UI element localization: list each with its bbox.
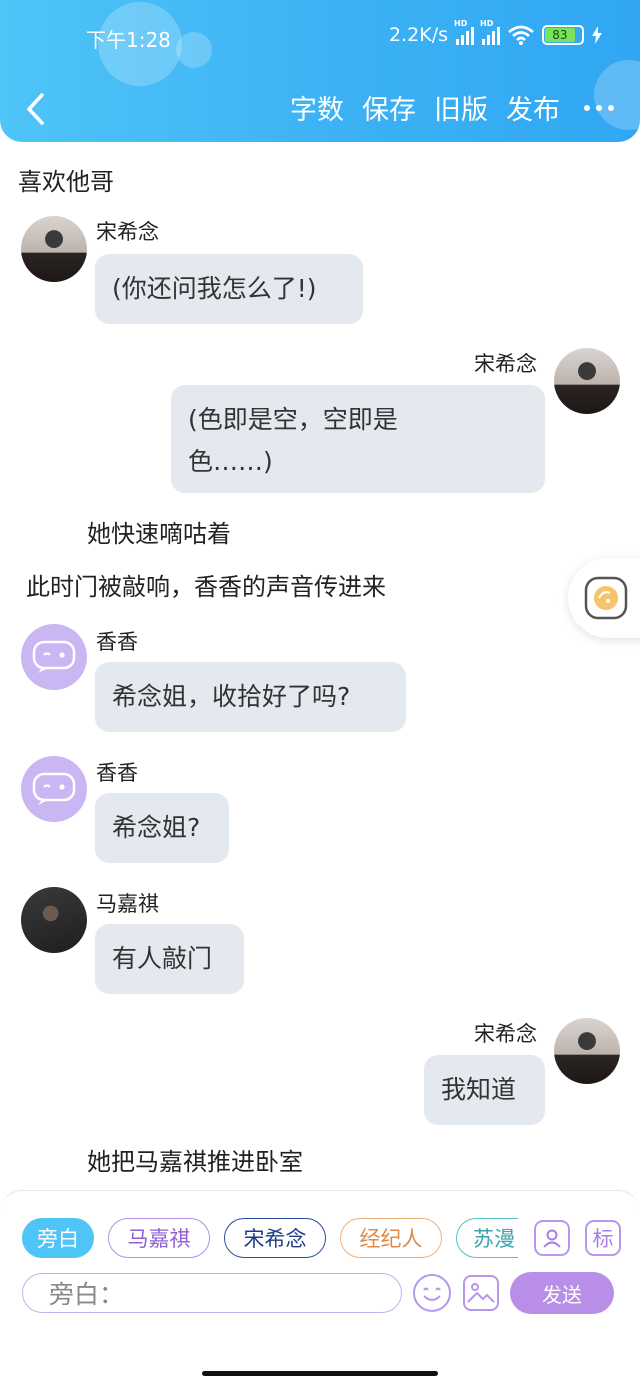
- emoji-icon[interactable]: [413, 1274, 451, 1312]
- message-bubble[interactable]: 我知道: [424, 1055, 545, 1125]
- message-bubble[interactable]: 希念姐?: [95, 793, 229, 863]
- home-indicator[interactable]: [202, 1371, 438, 1376]
- sender-name: 宋希念: [474, 352, 537, 376]
- chat-face-icon: [32, 772, 76, 805]
- avatar[interactable]: [21, 887, 87, 953]
- role-chips: 旁白 马嘉祺 宋希念 经纪人 苏漫: [22, 1218, 518, 1258]
- role-icon[interactable]: [534, 1220, 570, 1256]
- message-bubble[interactable]: 有人敲门: [95, 924, 244, 994]
- more-icon[interactable]: [584, 104, 614, 111]
- message-bubble[interactable]: (你还问我怎么了!): [95, 254, 363, 324]
- battery-level: 83: [545, 28, 575, 42]
- sender-name: 马嘉祺: [96, 892, 159, 916]
- chip-role[interactable]: 宋希念: [224, 1218, 326, 1258]
- chat-face-icon: [32, 640, 76, 673]
- image-icon[interactable]: [463, 1275, 499, 1311]
- chip-role[interactable]: 马嘉祺: [108, 1218, 210, 1258]
- chat-area[interactable]: 喜欢他哥 宋希念 (你还问我怎么了!) 宋希念 (色即是空，空即是 色……) 她…: [0, 142, 640, 1190]
- chip-role[interactable]: 经纪人: [340, 1218, 442, 1258]
- picture-icon: [467, 1283, 495, 1303]
- narration-line: 此时门被敲响，香香的声音传进来: [26, 573, 386, 601]
- save-button[interactable]: 保存: [362, 88, 416, 127]
- decor-bubble: [176, 32, 212, 68]
- sender-name: 宋希念: [474, 1022, 537, 1046]
- status-bar-right: 2.2K/s HD HD 83: [389, 19, 602, 46]
- status-time: 下午1:28: [86, 28, 171, 52]
- back-icon[interactable]: [22, 92, 50, 126]
- signal-icon: HD: [480, 19, 500, 45]
- narration-line: 她快速嘀咕着: [87, 520, 231, 548]
- chip-role[interactable]: 苏漫: [456, 1218, 518, 1258]
- narration-line: 喜欢他哥: [18, 168, 114, 196]
- message-text: (色即是空，空即是: [188, 405, 398, 434]
- avatar[interactable]: [21, 216, 87, 282]
- person-icon: [543, 1229, 561, 1248]
- send-button[interactable]: 发送: [510, 1272, 614, 1314]
- avatar[interactable]: [21, 756, 87, 822]
- stamp-icon: [584, 576, 628, 620]
- sender-name: 香香: [96, 630, 138, 654]
- avatar[interactable]: [554, 1018, 620, 1084]
- toolbar: 字数 保存 旧版 发布: [290, 88, 614, 127]
- sender-name: 宋希念: [96, 220, 159, 244]
- sender-name: 香香: [96, 761, 138, 785]
- charging-icon: [592, 26, 602, 44]
- message-input[interactable]: 旁白：: [22, 1273, 402, 1313]
- top-header: 下午1:28 2.2K/s HD HD 83 字数 保存 旧版 发布: [0, 0, 640, 142]
- publish-button[interactable]: 发布: [506, 88, 560, 127]
- narration-line: 她把马嘉祺推进卧室: [87, 1148, 303, 1176]
- smile-icon: [423, 1287, 441, 1301]
- avatar[interactable]: [21, 624, 87, 690]
- chip-narrator[interactable]: 旁白: [22, 1218, 94, 1258]
- message-bubble[interactable]: (色即是空，空即是 色……): [171, 385, 545, 493]
- old-version-button[interactable]: 旧版: [434, 88, 488, 127]
- floating-stamp-button[interactable]: [568, 558, 640, 638]
- message-bubble[interactable]: 希念姐，收拾好了吗?: [95, 662, 406, 732]
- avatar[interactable]: [554, 348, 620, 414]
- network-speed: 2.2K/s: [389, 24, 448, 46]
- tag-icon[interactable]: 标: [585, 1220, 621, 1256]
- word-count-button[interactable]: 字数: [290, 88, 344, 127]
- message-text: 色……): [188, 447, 273, 476]
- signal-icon: HD: [454, 19, 474, 45]
- battery-icon: 83: [542, 25, 584, 45]
- wifi-icon: [508, 25, 534, 45]
